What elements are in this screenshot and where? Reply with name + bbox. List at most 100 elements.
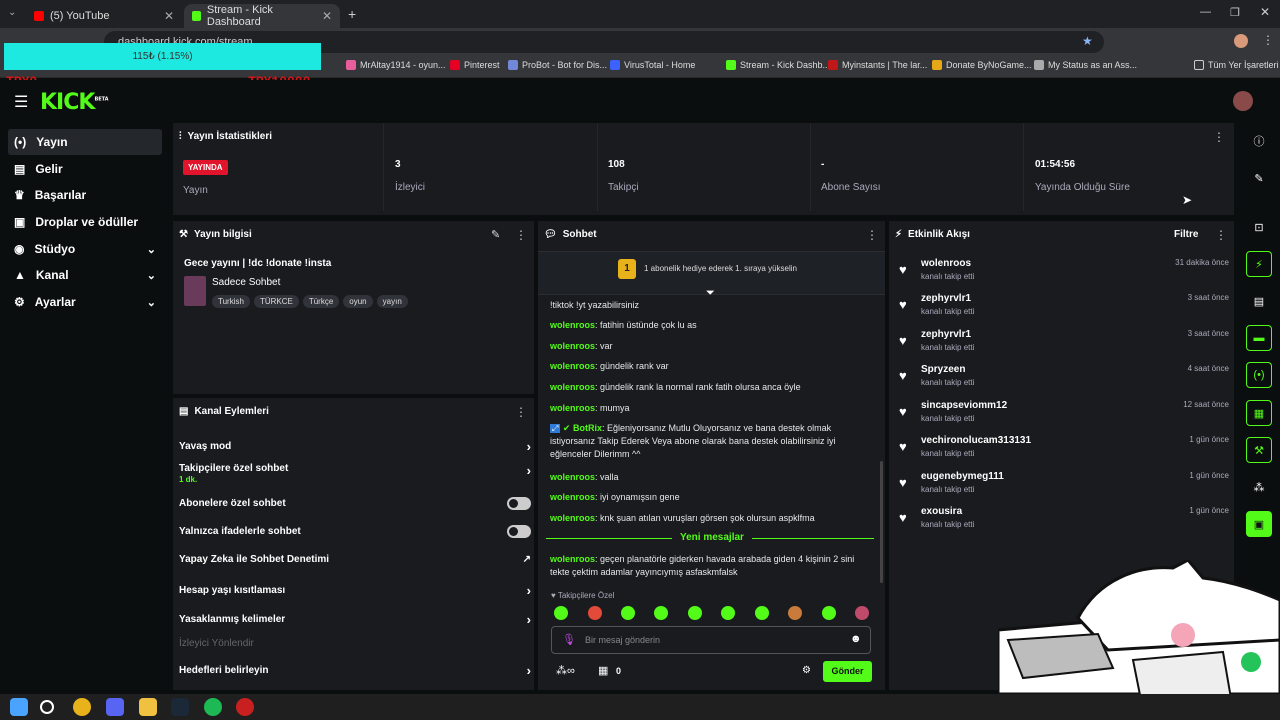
profile-avatar[interactable] bbox=[1234, 34, 1248, 48]
emote[interactable] bbox=[621, 606, 635, 620]
steam-icon[interactable] bbox=[171, 698, 189, 716]
kebab-menu-icon[interactable]: ⋮ bbox=[866, 228, 878, 242]
heart-icon: ♥ bbox=[551, 591, 556, 600]
share-icon[interactable]: ⁂ bbox=[1246, 474, 1272, 500]
mouse-cursor-icon: ➤ bbox=[1182, 193, 1193, 207]
new-tab-button[interactable]: + bbox=[348, 6, 356, 22]
activity-event: ♥ vechironolucam313131 kanalı takip etti 1 … bbox=[899, 435, 1229, 458]
kebab-menu-icon[interactable]: ⋮ bbox=[1215, 228, 1227, 242]
slow-mode-action[interactable]: Yavaş mod › bbox=[179, 439, 531, 454]
spotify-icon[interactable] bbox=[204, 698, 222, 716]
sidebar-item-yayin[interactable]: (•) Yayın bbox=[8, 129, 162, 155]
followers-only-action[interactable]: Takipçilere özel sohbet 1 dk. › bbox=[179, 463, 531, 484]
trophy-icon: ♛ bbox=[14, 188, 25, 202]
emote[interactable] bbox=[721, 606, 735, 620]
close-icon[interactable]: ✕ bbox=[164, 9, 174, 23]
maximize-button[interactable]: ❐ bbox=[1230, 6, 1240, 19]
wrench-button[interactable]: ⚒ bbox=[1246, 437, 1272, 463]
subscribers-only-toggle[interactable] bbox=[507, 497, 531, 510]
emote[interactable] bbox=[822, 606, 836, 620]
document-icon[interactable]: ▤ bbox=[1246, 288, 1272, 314]
live-badge: YAYINDA bbox=[183, 160, 228, 175]
bookmark-item[interactable]: MrAltay1914 - oyun... bbox=[346, 60, 446, 70]
emote[interactable] bbox=[788, 606, 802, 620]
chat-settings-icon[interactable]: ⚙ bbox=[802, 665, 811, 676]
discord-icon[interactable] bbox=[106, 698, 124, 716]
bookmark-folder[interactable]: Tüm Yer İşaretleri bbox=[1194, 60, 1279, 70]
chat-input-box[interactable]: 🎙︎ Bir mesaj gönderin ☻ bbox=[551, 626, 871, 654]
microphone-icon[interactable]: 🎙︎ bbox=[562, 633, 576, 646]
layout-button[interactable]: ▦ bbox=[1246, 400, 1272, 426]
star-icon[interactable]: ★ bbox=[1082, 34, 1093, 48]
sidebar-item-ayarlar[interactable]: ⚙ Ayarlar ⌄ bbox=[8, 289, 162, 315]
emote[interactable] bbox=[855, 606, 869, 620]
send-button[interactable]: Gönder bbox=[823, 661, 872, 682]
tab-search-icon[interactable]: ⌄ bbox=[8, 7, 16, 18]
bookmark-item[interactable]: My Status as an Ass... bbox=[1034, 60, 1137, 70]
screenshot-icon[interactable]: ⊡ bbox=[1246, 214, 1272, 240]
goals-action[interactable]: Hedefleri belirleyin › bbox=[179, 663, 531, 678]
filter-button[interactable]: Filtre bbox=[1174, 229, 1198, 240]
menu-icon[interactable]: ⋮ bbox=[1262, 33, 1274, 47]
kebab-menu-icon[interactable]: ⋮ bbox=[515, 405, 527, 419]
emote[interactable] bbox=[688, 606, 702, 620]
emotes-only-toggle[interactable] bbox=[507, 525, 531, 538]
kick-logo[interactable]: KICKBETA bbox=[40, 90, 109, 115]
info-icon[interactable]: ⓘ bbox=[1246, 128, 1272, 154]
kebab-menu-icon[interactable]: ⋮ bbox=[515, 228, 527, 242]
bookmark-item[interactable]: VirusTotal - Home bbox=[610, 60, 695, 70]
emote[interactable] bbox=[554, 606, 568, 620]
channel-points-icon[interactable]: ⁂∞ bbox=[556, 664, 575, 677]
user-avatar[interactable] bbox=[1233, 91, 1253, 111]
banned-words-action[interactable]: Yasaklanmış kelimeler › bbox=[179, 612, 531, 627]
edit-pencil-icon[interactable]: ✎ bbox=[491, 228, 500, 241]
app-icon[interactable] bbox=[236, 698, 254, 716]
windows-start-icon[interactable] bbox=[10, 698, 28, 716]
hamburger-menu-icon[interactable]: ☰ bbox=[14, 92, 28, 112]
bookmark-icon bbox=[1034, 60, 1044, 70]
bookmark-item[interactable]: Myinstants | The lar... bbox=[828, 60, 927, 70]
tab-kick-dashboard[interactable]: Stream - Kick Dashboard ✕ bbox=[184, 4, 340, 28]
emote[interactable] bbox=[654, 606, 668, 620]
chat-button[interactable]: ▬ bbox=[1246, 325, 1272, 351]
sidebar-item-droplar[interactable]: ▣ Droplar ve ödüller bbox=[8, 209, 162, 235]
close-window-button[interactable]: ✕ bbox=[1260, 5, 1270, 19]
emote[interactable] bbox=[755, 606, 769, 620]
bookmark-item[interactable]: Donate ByNoGame... bbox=[932, 60, 1032, 70]
tab-label: (5) YouTube bbox=[50, 10, 110, 22]
heart-icon: ♥ bbox=[899, 510, 907, 525]
emoji-icon[interactable]: ☻ bbox=[850, 633, 862, 645]
close-icon[interactable]: ✕ bbox=[322, 9, 332, 23]
bookmark-item[interactable]: Stream - Kick Dashb... bbox=[726, 60, 830, 70]
ai-moderation-action[interactable]: Yapay Zeka ile Sohbet Denetimi ↗ bbox=[179, 554, 531, 565]
edit-pencil-icon[interactable]: ✎ bbox=[1246, 165, 1272, 191]
chrome-icon[interactable] bbox=[73, 698, 91, 716]
tab-label: Stream - Kick Dashboard bbox=[206, 4, 273, 28]
wrench-icon: ⚒ bbox=[179, 229, 188, 240]
search-icon[interactable] bbox=[40, 700, 54, 714]
broadcast-icon: (•) bbox=[14, 135, 27, 149]
minimize-button[interactable]: — bbox=[1200, 6, 1211, 18]
sidebar-item-basarilar[interactable]: ♛ Başarılar bbox=[8, 182, 162, 208]
gift-icon[interactable]: ▦ bbox=[598, 664, 608, 677]
bookmark-item[interactable]: ProBot - Bot for Dis... bbox=[508, 60, 607, 70]
bookmark-item[interactable]: Pinterest bbox=[450, 60, 500, 70]
chat-scrollbar[interactable] bbox=[880, 461, 883, 583]
sidebar-item-kanal[interactable]: ▲ Kanal ⌄ bbox=[8, 262, 162, 288]
account-age-action[interactable]: Hesap yaşı kısıtlaması › bbox=[179, 583, 531, 598]
broadcast-button[interactable]: (•) bbox=[1246, 362, 1272, 388]
activity-event: ♥ zephyrvlr1 kanalı takip etti 3 saat önce bbox=[899, 329, 1229, 352]
file-explorer-icon[interactable] bbox=[139, 698, 157, 716]
chevron-right-icon: › bbox=[526, 663, 531, 678]
sidebar-item-gelir[interactable]: ▤ Gelir bbox=[8, 156, 162, 182]
chat-message: wolenroos: valla bbox=[550, 472, 619, 482]
clapperboard-button[interactable]: ▣ bbox=[1246, 511, 1272, 537]
stat-label: Yayın bbox=[183, 185, 208, 196]
lightning-button[interactable]: ⚡︎ bbox=[1246, 251, 1272, 277]
tab-youtube[interactable]: (5) YouTube ✕ bbox=[26, 4, 182, 28]
lightning-icon: ⚡︎ bbox=[895, 229, 903, 240]
activity-event: ♥ eugenebymeg111 kanalı takip etti 1 gün ön… bbox=[899, 471, 1229, 494]
heart-icon: ♥ bbox=[899, 475, 907, 490]
emote[interactable] bbox=[588, 606, 602, 620]
sidebar-item-studyo[interactable]: ◉ Stüdyo ⌄ bbox=[8, 236, 162, 262]
